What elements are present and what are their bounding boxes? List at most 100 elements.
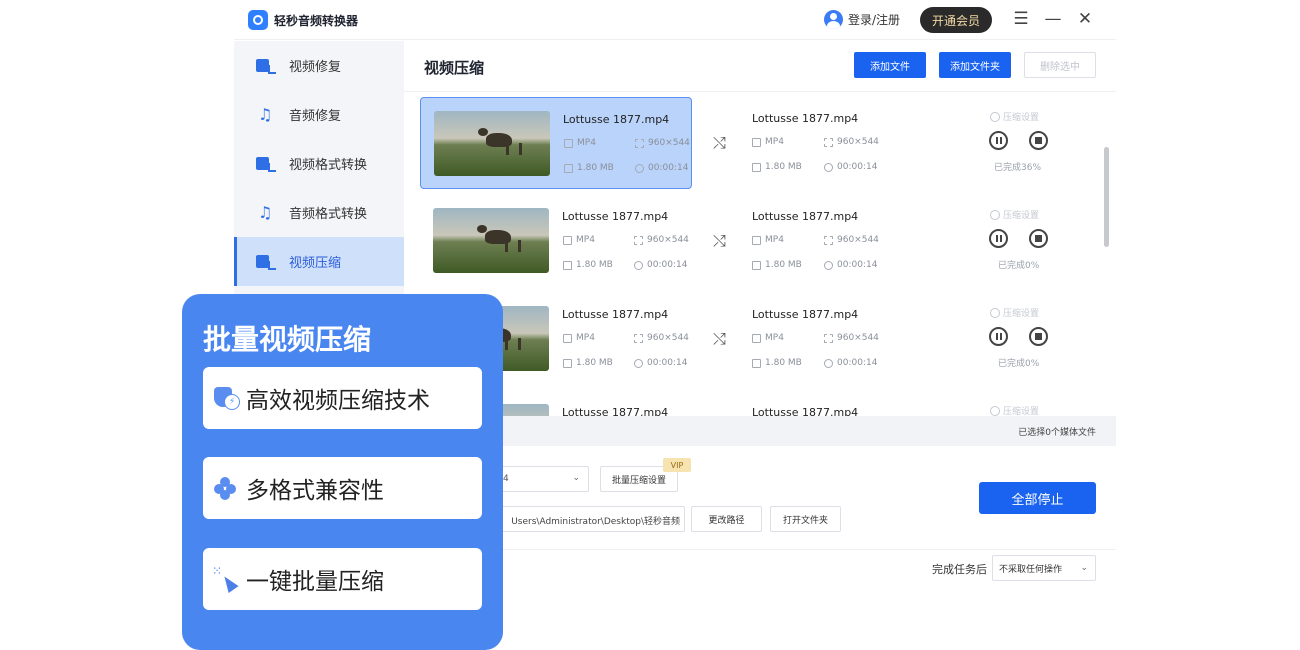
format-value: MP4 [576, 333, 595, 343]
output-filename: Lottusse 1877.mp4 [752, 210, 859, 223]
compress-setting-link[interactable]: 压缩设置 [990, 110, 1039, 123]
source-filename: Lottusse 1877.mp4 [563, 113, 670, 126]
source-duration: 00:00:14 [635, 163, 688, 173]
source-format: MP4 [564, 138, 596, 148]
format-value: MP4 [765, 235, 784, 245]
sidebar-item-video-convert[interactable]: 视频格式转换 [234, 139, 404, 188]
resolution-value: 960×544 [647, 235, 689, 245]
convert-arrow-icon: ⤭ [713, 329, 726, 348]
source-format: MP4 [563, 235, 595, 245]
duration-value: 00:00:14 [837, 162, 878, 172]
gear-icon [990, 307, 1000, 318]
file-list: Lottusse 1877.mp4 MP4 960×544 1.80 MB 00… [404, 91, 1116, 416]
compress-setting-link[interactable]: 压缩设置 [990, 208, 1039, 221]
pause-button[interactable] [989, 131, 1008, 150]
feature-one-click: 一键批量压缩 [203, 548, 482, 610]
pause-button[interactable] [989, 229, 1008, 248]
progress-text: 已完成0% [998, 359, 1040, 369]
feature-efficient-compression: 高效视频压缩技术 [203, 367, 482, 429]
format-value: MP4 [576, 235, 595, 245]
after-task-select[interactable]: 不采取任何操作 ⌄ [992, 555, 1096, 581]
source-resolution: 960×544 [635, 138, 690, 148]
login-link[interactable]: 登录/注册 [824, 10, 900, 29]
source-filename: Lottusse 1877.mp4 [562, 406, 669, 416]
output-path-value: Users\Administrator\Desktop\轻秒音频 [511, 517, 680, 527]
file-row[interactable]: Lottusse 1877.mp4 MP4 960×544 1.80 MB 00… [420, 195, 1108, 287]
minimize-icon[interactable]: — [1044, 10, 1062, 28]
main-panel: 视频压缩 添加文件 添加文件夹 删除选中 Lottusse 1877.mp4 M… [404, 41, 1116, 600]
audio-convert-icon: ♫ [258, 202, 273, 222]
clock-icon [824, 358, 833, 368]
remove-selected-button[interactable]: 删除选中 [1024, 52, 1096, 78]
clock-icon [634, 358, 643, 368]
file-row[interactable]: Lottusse 1877.mp4 Lottusse 1877.mp4 压缩设置 [420, 391, 1108, 416]
audio-repair-icon: ♫ [258, 104, 273, 124]
duration-value: 00:00:14 [837, 358, 878, 368]
scrollbar[interactable] [1104, 147, 1109, 247]
app-logo-icon [248, 10, 268, 30]
source-filename: Lottusse 1877.mp4 [562, 210, 669, 223]
file-row[interactable]: Lottusse 1877.mp4 MP4 960×544 1.80 MB 00… [420, 97, 1108, 189]
output-filename: Lottusse 1877.mp4 [752, 308, 859, 321]
video-convert-icon [256, 155, 276, 173]
clock-icon [824, 260, 833, 270]
clock-icon [634, 260, 643, 270]
output-format: MP4 [752, 235, 784, 245]
feature-label: 一键批量压缩 [246, 569, 384, 595]
format-icon [752, 137, 761, 147]
source-resolution: 960×544 [634, 235, 689, 245]
feature-label: 多格式兼容性 [246, 478, 384, 504]
screen: 轻秒音频转换器 登录/注册 开通会员 ☰ — ✕ 视频修复 ♫ 音频修复 视频格… [0, 0, 1300, 650]
stop-all-button[interactable]: 全部停止 [979, 482, 1096, 514]
resolution-icon [635, 138, 644, 148]
stop-button[interactable] [1029, 327, 1048, 346]
vip-badge: VIP [663, 458, 691, 472]
open-folder-button[interactable]: 打开文件夹 [770, 506, 841, 532]
sidebar-item-video-repair[interactable]: 视频修复 [234, 41, 404, 90]
sidebar-item-audio-convert[interactable]: ♫ 音频格式转换 [234, 188, 404, 237]
source-resolution: 960×544 [634, 333, 689, 343]
sidebar-item-label: 视频压缩 [289, 256, 342, 271]
cursor-click-icon [212, 564, 238, 592]
convert-arrow-icon: ⤭ [713, 133, 726, 152]
resolution-value: 960×544 [837, 137, 879, 147]
titlebar: 轻秒音频转换器 登录/注册 开通会员 ☰ — ✕ [234, 0, 1116, 40]
menu-icon[interactable]: ☰ [1012, 10, 1030, 28]
file-row[interactable]: Lottusse 1877.mp4 MP4 960×544 1.80 MB 00… [420, 293, 1108, 385]
sidebar-item-label: 视频修复 [289, 60, 342, 75]
source-card[interactable]: Lottusse 1877.mp4 MP4 960×544 1.80 MB 00… [420, 97, 692, 189]
file-icon [752, 162, 761, 172]
close-icon[interactable]: ✕ [1076, 10, 1094, 28]
output-format: MP4 [752, 137, 784, 147]
compress-setting-link[interactable]: 压缩设置 [990, 404, 1039, 416]
source-size: 1.80 MB [564, 163, 614, 173]
add-file-button[interactable]: 添加文件 [854, 52, 926, 78]
output-duration: 00:00:14 [824, 162, 877, 172]
size-value: 1.80 MB [765, 358, 802, 368]
sidebar-item-video-compress[interactable]: 视频压缩 [234, 237, 404, 286]
pause-button[interactable] [989, 327, 1008, 346]
resolution-icon [634, 235, 643, 245]
output-resolution: 960×544 [824, 235, 879, 245]
chevron-down-icon: ⌄ [1080, 563, 1088, 573]
gear-icon [990, 209, 1000, 220]
sidebar-item-label: 音频修复 [289, 109, 342, 124]
vip-button[interactable]: 开通会员 [920, 7, 992, 33]
convert-arrow-icon: ⤭ [713, 231, 726, 250]
stop-button[interactable] [1029, 229, 1048, 248]
duration-value: 00:00:14 [648, 163, 689, 173]
sidebar-item-audio-repair[interactable]: ♫ 音频修复 [234, 90, 404, 139]
stop-button[interactable] [1029, 131, 1048, 150]
compress-setting-link[interactable]: 压缩设置 [990, 306, 1039, 319]
video-thumbnail [434, 111, 550, 176]
resolution-value: 960×544 [837, 333, 879, 343]
page-title: 视频压缩 [424, 59, 485, 77]
add-folder-button[interactable]: 添加文件夹 [939, 52, 1011, 78]
setting-label: 压缩设置 [1003, 113, 1040, 123]
output-size: 1.80 MB [752, 260, 802, 270]
size-value: 1.80 MB [765, 162, 802, 172]
change-path-button[interactable]: 更改路径 [691, 506, 762, 532]
source-card[interactable]: Lottusse 1877.mp4 MP4 960×544 1.80 MB 00… [420, 195, 692, 287]
format-select-value: 4 [503, 474, 509, 484]
chevron-down-icon: ⌄ [572, 473, 580, 483]
